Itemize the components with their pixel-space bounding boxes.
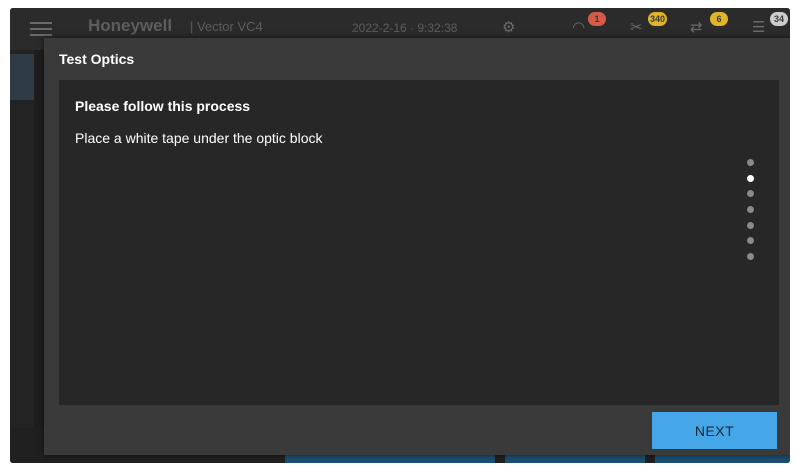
step-dot — [747, 237, 754, 245]
menu-icon[interactable] — [30, 22, 52, 36]
side-nav-item[interactable] — [10, 166, 34, 212]
list-count-badge: 34 — [770, 12, 788, 26]
dialog-content: Please follow this process Place a white… — [59, 80, 779, 405]
step-indicator — [747, 159, 755, 269]
test-optics-dialog: Test Optics Please follow this process P… — [44, 38, 790, 455]
side-nav-item[interactable] — [10, 54, 34, 100]
step-dot — [747, 159, 754, 166]
device-screen: Honeywell | Vector VC4 2022-2-16 · 9:32:… — [10, 8, 790, 463]
side-nav-item[interactable] — [10, 110, 34, 156]
header-datetime: 2022-2-16 · 9:32:38 — [352, 21, 458, 35]
side-navigation — [10, 50, 34, 463]
plug-count-badge: 6 — [710, 12, 728, 26]
tools-icon[interactable]: ✂ — [630, 18, 650, 36]
step-dot — [747, 206, 754, 214]
plug-icon[interactable]: ⇄ — [690, 18, 710, 36]
step-instruction: Place a white tape under the optic block — [75, 130, 323, 146]
list-icon[interactable]: ☰ — [752, 18, 772, 36]
network-icon[interactable]: ⚙ — [502, 18, 522, 36]
side-nav-item[interactable] — [10, 222, 34, 268]
side-nav-item[interactable] — [10, 278, 34, 324]
next-button[interactable]: NEXT — [652, 412, 777, 449]
step-dot-active — [747, 174, 754, 182]
step-dot — [747, 221, 754, 229]
step-dot — [747, 190, 754, 198]
tools-count-badge: 340 — [648, 12, 668, 26]
dialog-title: Test Optics — [59, 51, 135, 67]
process-heading: Please follow this process — [75, 98, 251, 114]
alarm-count-badge: 1 — [588, 12, 606, 26]
product-name: | Vector VC4 — [190, 19, 263, 34]
step-dot — [747, 253, 754, 261]
brand-logo: Honeywell — [88, 16, 173, 35]
